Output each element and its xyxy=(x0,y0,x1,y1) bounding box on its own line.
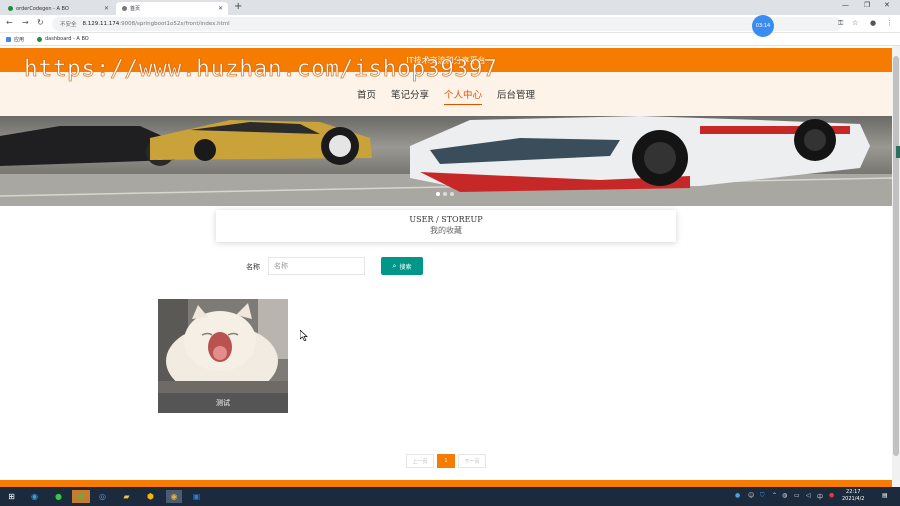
search-label: 名称 xyxy=(246,263,260,271)
scrollbar-thumb[interactable] xyxy=(893,56,899,456)
page-number-current[interactable]: 1 xyxy=(437,454,455,468)
recording-badge: 03:14 xyxy=(752,15,774,37)
profile-icon[interactable]: ● xyxy=(870,19,876,27)
tray-antivirus-icon[interactable]: ⬣ xyxy=(829,492,834,499)
close-tab-icon[interactable]: ✕ xyxy=(104,5,109,12)
bookmark-label: 应用 xyxy=(14,37,25,43)
site-footer-bar xyxy=(0,480,892,487)
search-app-icon[interactable]: ◎ xyxy=(96,490,109,503)
tray-people-icon[interactable]: ☺ xyxy=(748,492,754,499)
nav-notes[interactable]: 笔记分享 xyxy=(391,87,429,101)
carousel-dot[interactable] xyxy=(436,192,440,196)
page-viewport: IT技术交流和分享平台 首页 笔记分享 个人中心 后台管理 USER / STO… xyxy=(0,46,892,487)
app-hex-icon[interactable]: ⬢ xyxy=(144,490,157,503)
site-header: IT技术交流和分享平台 xyxy=(0,48,892,72)
new-tab-button[interactable]: + xyxy=(234,1,242,12)
nav-admin[interactable]: 后台管理 xyxy=(497,87,535,101)
side-widget-marker xyxy=(896,146,900,158)
page-scrollbar[interactable] xyxy=(892,46,900,487)
tray-network-icon[interactable]: ▭ xyxy=(794,492,800,499)
carousel-dot[interactable] xyxy=(450,192,454,196)
windows-start-icon[interactable]: ⊞ xyxy=(5,490,18,503)
nav-home[interactable]: 首页 xyxy=(357,87,376,101)
translate-icon[interactable]: ⚿ xyxy=(838,19,843,28)
url-path: :9008/springboot1o52x/front/index.html xyxy=(119,21,230,27)
app-green-icon[interactable]: ● xyxy=(52,490,65,503)
favorite-caption: 测试 xyxy=(216,399,230,407)
yawning-cat-image xyxy=(158,299,288,393)
favorite-image xyxy=(158,299,288,393)
favorite-card[interactable]: 测试 xyxy=(158,299,288,413)
reload-icon[interactable]: ↻ xyxy=(37,18,44,27)
apps-icon xyxy=(6,37,11,42)
close-window-icon[interactable]: ✕ xyxy=(884,1,890,9)
tab-title: orderCodegen - A BO xyxy=(16,5,69,12)
url-input[interactable]: 不安全 8.129.11.174 :9008/springboot1o52x/f… xyxy=(52,17,842,31)
url-host: 8.129.11.174 xyxy=(82,21,120,27)
wechat-icon[interactable]: ◍ xyxy=(72,490,90,503)
menu-icon[interactable]: ⋮ xyxy=(886,19,893,27)
system-clock[interactable]: 22:17 2021/4/2 xyxy=(842,489,864,503)
minimize-icon[interactable]: — xyxy=(842,1,849,9)
search-icon: ⌕ xyxy=(392,261,397,270)
search-input[interactable] xyxy=(268,257,365,275)
main-nav: 首页 笔记分享 个人中心 后台管理 xyxy=(0,72,892,116)
bookmark-label: dashboard - A BO xyxy=(45,36,89,42)
bookmark-apps[interactable]: 应用 xyxy=(6,36,24,43)
search-button-label: 搜索 xyxy=(399,263,412,271)
carousel-dot[interactable] xyxy=(443,192,447,196)
chrome-icon[interactable]: ◉ xyxy=(166,490,182,503)
tab-title: 首页 xyxy=(130,6,141,12)
clock-date: 2021/4/2 xyxy=(842,496,865,502)
browser-tab-strip: orderCodegen - A BO ✕ 首页 ✕ + — ❐ ✕ xyxy=(0,0,900,15)
tab-favicon-icon xyxy=(8,6,13,11)
browser-tab[interactable]: orderCodegen - A BO ✕ xyxy=(2,2,114,15)
browser-tab-active[interactable]: 首页 ✕ xyxy=(116,2,228,15)
insecure-label: 不安全 xyxy=(60,22,77,28)
tray-ime-icon[interactable]: 中 xyxy=(817,492,823,501)
tray-wechat-icon[interactable]: ◍ xyxy=(782,492,787,499)
search-button[interactable]: ⌕ 搜索 xyxy=(381,257,423,275)
tray-speaker-icon[interactable]: ◁ xyxy=(806,492,811,499)
prev-page-button[interactable]: 上一页 xyxy=(406,454,434,468)
tray-shield-icon[interactable]: ⛉ xyxy=(760,492,765,500)
section-title: USER / STOREUP 我的收藏 xyxy=(216,210,676,242)
bookmark-star-icon[interactable]: ☆ xyxy=(852,19,858,27)
nav-user-center[interactable]: 个人中心 xyxy=(444,87,483,105)
tray-app-icon[interactable]: ● xyxy=(735,492,740,499)
clock-time: 22:17 xyxy=(846,489,861,495)
bookmark-dashboard[interactable]: dashboard - A BO xyxy=(37,36,89,42)
carousel-dots xyxy=(436,192,454,196)
word-icon[interactable]: ▣ xyxy=(190,490,203,503)
mouse-cursor-icon xyxy=(300,330,308,341)
notification-icon[interactable]: ▤ xyxy=(882,492,888,499)
forward-icon[interactable]: → xyxy=(22,18,29,27)
section-title-en: USER / STOREUP xyxy=(409,215,483,224)
edge-icon[interactable]: ◉ xyxy=(28,490,41,503)
section-title-cn: 我的收藏 xyxy=(430,226,462,235)
next-page-button[interactable]: 下一页 xyxy=(458,454,486,468)
folder-icon[interactable]: ▰ xyxy=(120,490,133,503)
close-tab-icon[interactable]: ✕ xyxy=(218,5,223,12)
bookmark-favicon-icon xyxy=(37,36,42,42)
back-icon[interactable]: ← xyxy=(6,18,13,27)
banner-carousel[interactable] xyxy=(0,116,892,206)
tray-up-icon[interactable]: ⌃ xyxy=(772,492,777,499)
site-title: IT技术交流和分享平台 xyxy=(406,56,486,65)
tab-favicon-icon xyxy=(122,6,127,11)
windows-taskbar: ⊞ ◉ ● ◍ ◎ ▰ ⬢ ◉ ▣ ● ☺ ⛉ ⌃ ◍ ▭ ◁ 中 ⬣ 22:1… xyxy=(0,487,900,506)
restore-icon[interactable]: ❐ xyxy=(864,1,870,9)
